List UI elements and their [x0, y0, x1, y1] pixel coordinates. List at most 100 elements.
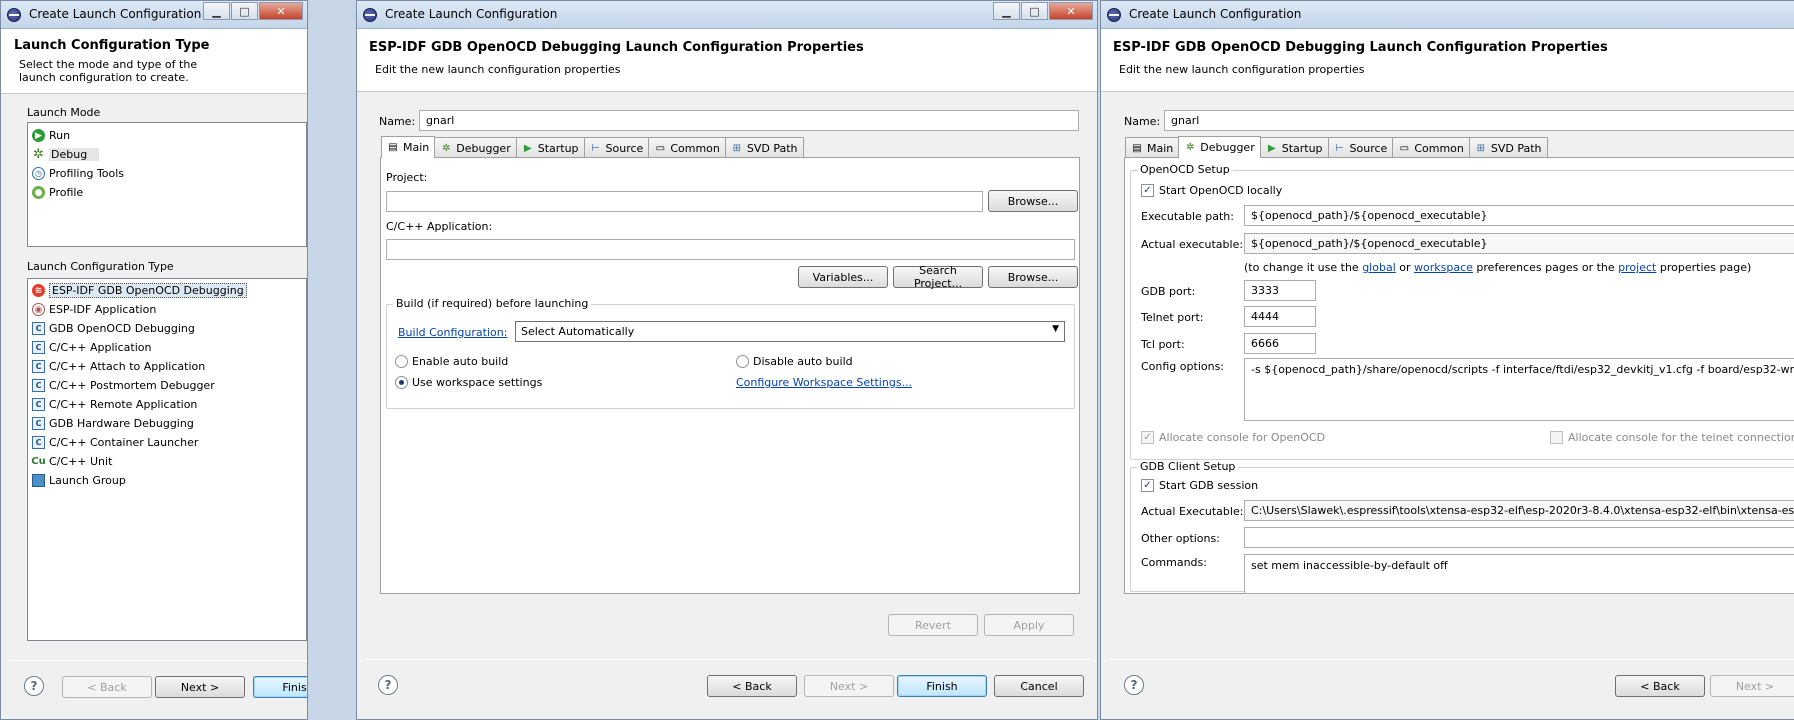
left-header: Launch Configuration Type Select the mod…: [1, 29, 307, 94]
launch-mode-debug[interactable]: ✲ Debug: [32, 146, 100, 163]
close-icon[interactable]: ✕: [1049, 2, 1093, 20]
search-project-button[interactable]: Search Project...: [893, 264, 983, 290]
config-type-c-postmortem[interactable]: C C/C++ Postmortem Debugger: [32, 377, 215, 394]
tab-common[interactable]: ▭ Common: [648, 137, 726, 158]
debug-icon: ✲: [442, 142, 451, 154]
middle-titlebar[interactable]: Create Launch Configuration ▁ □ ✕: [357, 1, 1097, 29]
next-button[interactable]: Next >: [804, 675, 894, 697]
header-desc: Edit the new launch configuration proper…: [1119, 63, 1365, 76]
name-input[interactable]: gnarl: [1164, 110, 1794, 131]
apply-button[interactable]: Apply: [984, 614, 1074, 636]
exec-path-input[interactable]: ${openocd_path}/${openocd_executable}: [1244, 205, 1794, 226]
tab-source[interactable]: ⊢ Source: [583, 137, 650, 158]
c-icon: C: [32, 417, 45, 430]
enable-auto-build-radio[interactable]: [395, 355, 408, 368]
config-type-launch-group[interactable]: Launch Group: [32, 472, 126, 489]
finish-button[interactable]: Finish: [253, 676, 307, 698]
commands-label: Commands:: [1141, 556, 1207, 569]
back-button[interactable]: < Back: [62, 676, 152, 698]
minimize-icon[interactable]: ▁: [993, 2, 1020, 20]
cancel-button[interactable]: Cancel: [994, 675, 1084, 697]
maximize-icon[interactable]: □: [231, 2, 258, 20]
name-label: Name:: [379, 115, 416, 128]
actual-exec-input: ${openocd_path}/${openocd_executable}: [1244, 233, 1794, 254]
config-type-list[interactable]: ≋ ESP-IDF GDB OpenOCD Debugging ◉ ESP-ID…: [27, 278, 307, 641]
build-config-combo[interactable]: Select Automatically ▼: [515, 321, 1065, 342]
esp-app-icon: ◉: [32, 303, 45, 316]
app-input[interactable]: [386, 239, 1075, 260]
config-type-c-remote[interactable]: C C/C++ Remote Application: [32, 396, 197, 413]
build-config-link[interactable]: Build Configuration:: [398, 326, 507, 339]
tab-debugger[interactable]: ✲ Debugger: [1178, 136, 1261, 158]
tab-main[interactable]: ▤ Main: [1125, 137, 1180, 158]
config-options-textarea[interactable]: -s ${openocd_path}/share/openocd/scripts…: [1244, 358, 1794, 421]
global-link[interactable]: global: [1362, 261, 1396, 274]
finish-button[interactable]: Finish: [897, 675, 987, 697]
tab-common[interactable]: ▭ Common: [1392, 137, 1470, 158]
main-tab-panel: Project: Browse... C/C++ Application: Va…: [380, 157, 1080, 594]
window-title: Create Launch Configuration: [29, 7, 202, 21]
tab-startup[interactable]: ▶ Startup: [1259, 137, 1329, 158]
config-type-c-attach[interactable]: C C/C++ Attach to Application: [32, 358, 205, 375]
maximize-icon[interactable]: □: [1021, 2, 1048, 20]
left-titlebar[interactable]: Create Launch Configuration ▁ □ ✕: [1, 1, 307, 29]
config-type-gdb-hardware[interactable]: C GDB Hardware Debugging: [32, 415, 194, 432]
revert-button[interactable]: Revert: [888, 614, 978, 636]
launch-mode-profile[interactable]: ● Profile: [32, 184, 83, 201]
config-type-gdb-openocd[interactable]: C GDB OpenOCD Debugging: [32, 320, 195, 337]
tab-svd-path[interactable]: ⊞ SVD Path: [1468, 137, 1548, 158]
config-type-esp-idf-app[interactable]: ◉ ESP-IDF Application: [32, 301, 156, 318]
launch-mode-profiling-tools[interactable]: ◷ Profiling Tools: [32, 165, 124, 182]
gdb-port-input[interactable]: 3333: [1244, 280, 1316, 301]
tab-main[interactable]: ▤ Main: [381, 136, 436, 158]
allocate-telnet-label: Allocate console for the telnet connecti…: [1568, 431, 1794, 444]
next-button[interactable]: Next >: [1710, 675, 1794, 697]
other-options-label: Other options:: [1141, 532, 1220, 545]
startup-icon: ▶: [1267, 142, 1276, 154]
allocate-console-checkbox[interactable]: ✓: [1141, 431, 1154, 444]
source-icon: ⊢: [591, 142, 600, 154]
disable-auto-build-radio[interactable]: [736, 355, 749, 368]
app-browse-button[interactable]: Browse...: [988, 266, 1078, 288]
right-titlebar[interactable]: Create Launch Configuration: [1101, 1, 1794, 29]
exec-path-label: Executable path:: [1141, 210, 1234, 223]
tab-svd-path[interactable]: ⊞ SVD Path: [724, 137, 804, 158]
start-openocd-checkbox[interactable]: ✓: [1141, 184, 1154, 197]
config-type-c-container[interactable]: C C/C++ Container Launcher: [32, 434, 198, 451]
help-icon[interactable]: ?: [1124, 675, 1144, 695]
project-browse-button[interactable]: Browse...: [988, 190, 1078, 212]
help-icon[interactable]: ?: [24, 676, 44, 696]
tab-startup[interactable]: ▶ Startup: [515, 137, 585, 158]
other-options-input[interactable]: [1244, 527, 1794, 548]
use-workspace-radio[interactable]: [395, 376, 408, 389]
name-input[interactable]: gnarl: [419, 110, 1079, 131]
close-icon[interactable]: ✕: [259, 2, 303, 20]
workspace-link[interactable]: workspace: [1414, 261, 1473, 274]
profiling-icon: ◷: [32, 167, 45, 180]
svd-icon: ⊞: [1476, 142, 1486, 154]
telnet-port-input[interactable]: 4444: [1244, 306, 1316, 327]
start-gdb-checkbox[interactable]: ✓: [1141, 479, 1154, 492]
minimize-icon[interactable]: ▁: [203, 2, 230, 20]
project-link[interactable]: project: [1618, 261, 1656, 274]
launch-mode-list[interactable]: ▶ Run ✲ Debug ◷ Profiling Tools ● Profil…: [27, 122, 307, 247]
back-button[interactable]: < Back: [1615, 675, 1705, 697]
config-type-c-unit[interactable]: Cu C/C++ Unit: [31, 453, 112, 470]
help-icon[interactable]: ?: [378, 675, 398, 695]
tab-debugger[interactable]: ✲ Debugger: [434, 137, 517, 158]
commands-textarea[interactable]: set mem inaccessible-by-default off: [1244, 554, 1794, 594]
allocate-console-label: Allocate console for OpenOCD: [1159, 431, 1326, 444]
tab-source[interactable]: ⊢ Source: [1327, 137, 1394, 158]
config-type-esp-idf-gdb[interactable]: ≋ ESP-IDF GDB OpenOCD Debugging: [32, 282, 247, 299]
configure-workspace-link[interactable]: Configure Workspace Settings...: [736, 376, 912, 389]
back-button[interactable]: < Back: [707, 675, 797, 697]
tcl-port-input[interactable]: 6666: [1244, 333, 1316, 354]
allocate-telnet-checkbox[interactable]: [1550, 431, 1563, 444]
header-title: ESP-IDF GDB OpenOCD Debugging Launch Con…: [1113, 40, 1608, 55]
variables-button[interactable]: Variables...: [798, 266, 888, 288]
project-input[interactable]: [386, 191, 983, 212]
next-button[interactable]: Next >: [155, 676, 245, 698]
launch-mode-run[interactable]: ▶ Run: [32, 127, 70, 144]
config-type-c-app[interactable]: C C/C++ Application: [32, 339, 151, 356]
c-icon: C: [32, 379, 45, 392]
